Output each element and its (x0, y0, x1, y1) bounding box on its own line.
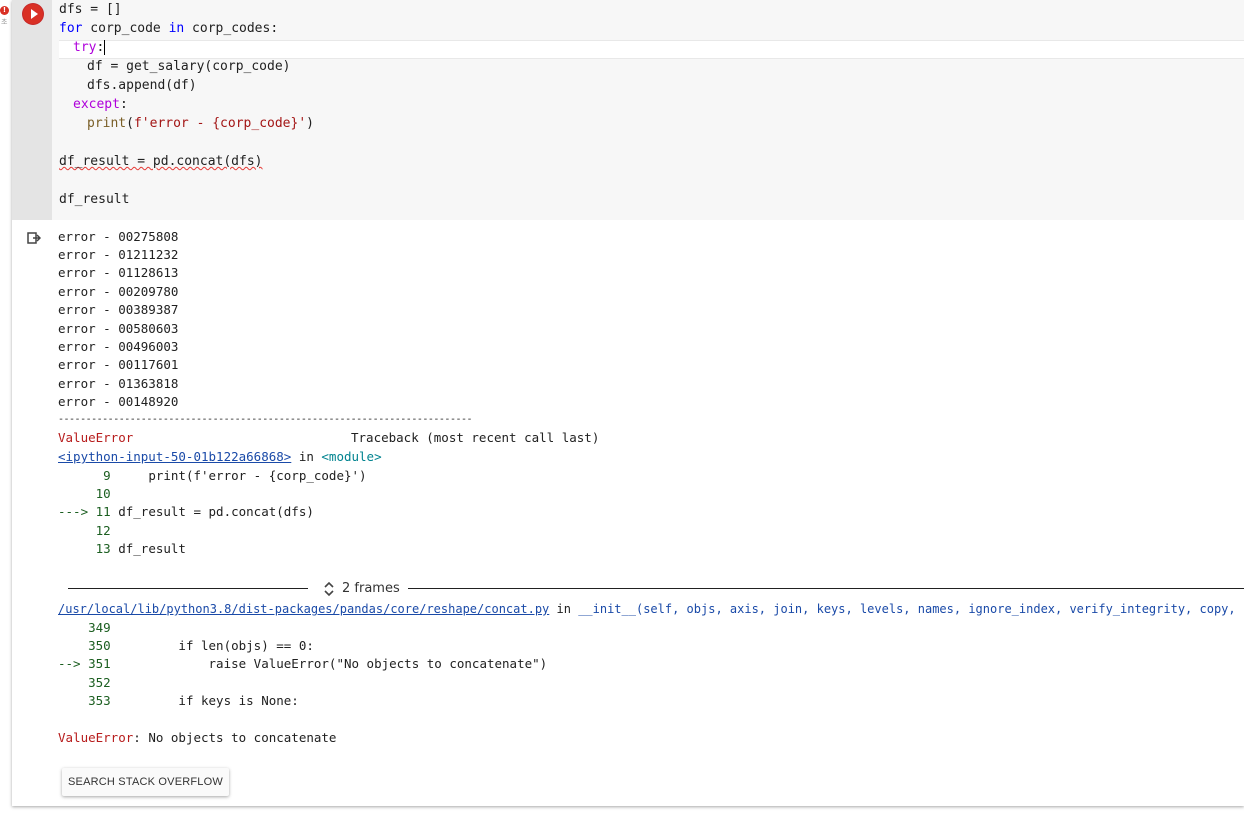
error-line-10: error - 00148920 (58, 394, 179, 409)
output-toggle-icon[interactable] (27, 231, 41, 245)
tb1-line-12: 12 (58, 523, 111, 538)
error-line-8: error - 00117601 (58, 357, 179, 372)
concat-file-link[interactable]: /usr/local/lib/python3.8/dist-packages/p… (58, 602, 549, 616)
collapsed-frames-toggle[interactable]: 2 frames (68, 580, 1244, 598)
error-line-4: error - 00209780 (58, 284, 179, 299)
error-line-9: error - 01363818 (58, 376, 179, 391)
code-line-2: for corp_code in corp_codes: (59, 21, 279, 36)
error-line-3: error - 01128613 (58, 265, 179, 280)
code-line-7: print(f'error - {corp_code}') (87, 116, 314, 131)
frames-rule-left (68, 588, 308, 589)
code-line-1: dfs = [] (59, 2, 122, 17)
tb2-line-350: 350 if len(objs) == 0: (58, 638, 314, 653)
traceback-source: <ipython-input-50-01b122a66868> in <modu… (58, 449, 382, 464)
code-line-4: df = get_salary(corp_code) (87, 59, 291, 74)
tb1-line-11: ---> 11 df_result = pd.concat(dfs) (58, 504, 314, 519)
code-line-6: except: (73, 97, 128, 112)
traceback-header: ValueError Traceback (most recent call la… (58, 430, 600, 445)
error-badge-label: 초 (1, 18, 8, 26)
ipython-input-link[interactable]: <ipython-input-50-01b122a66868> (58, 449, 291, 464)
traceback-separator: ----------------------------------------… (58, 414, 473, 425)
text-cursor (104, 40, 106, 55)
tb2-line-352: 352 (58, 675, 111, 690)
tb1-line-9: 9 print(f'error - {corp_code}') (58, 468, 367, 483)
code-line-9: df_result = pd.concat(dfs) (59, 154, 263, 169)
error-line-5: error - 00389387 (58, 302, 179, 317)
error-line-1: error - 00275808 (58, 229, 179, 244)
error-line-7: error - 00496003 (58, 339, 179, 354)
run-cell-button[interactable] (23, 4, 43, 24)
tb2-line-349: 349 (58, 620, 111, 635)
code-line-3: try: (73, 40, 106, 55)
tb2-line-353: 353 if keys is None: (58, 693, 299, 708)
file-frame-header: /usr/local/lib/python3.8/dist-packages/p… (58, 602, 1244, 616)
final-error-message: ValueError: No objects to concatenate (58, 730, 337, 745)
play-icon (31, 9, 38, 19)
code-cell[interactable]: dfs = [] for corp_code in corp_codes: tr… (12, 0, 1244, 806)
code-line-11: df_result (59, 192, 130, 207)
tb1-line-10: 10 (58, 486, 111, 501)
tb1-line-13: 13 df_result (58, 541, 186, 556)
frames-label: 2 frames (342, 581, 400, 596)
error-line-2: error - 01211232 (58, 247, 179, 262)
tb2-line-351: --> 351 raise ValueError("No objects to … (58, 656, 548, 671)
search-stack-overflow-button[interactable]: SEARCH STACK OVERFLOW (62, 768, 229, 796)
cell-gutter (12, 0, 52, 220)
code-line-5: dfs.append(df) (87, 78, 197, 93)
error-badge-icon: ! (0, 6, 9, 15)
frames-rule-right (408, 588, 1244, 589)
expand-collapse-icon (324, 581, 334, 597)
error-line-6: error - 00580603 (58, 321, 179, 336)
